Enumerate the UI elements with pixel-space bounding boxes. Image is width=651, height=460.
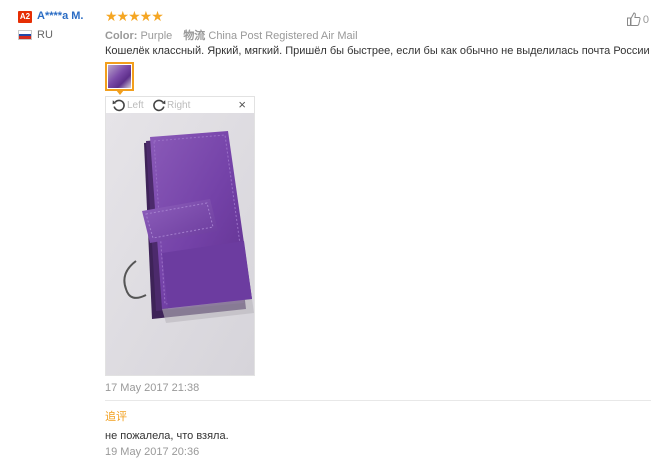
rotate-left-icon [112, 99, 125, 112]
russia-flag-icon [18, 30, 32, 40]
close-viewer-button[interactable]: × [238, 97, 246, 113]
rotate-right-button[interactable]: Right [152, 97, 190, 113]
photo-viewer: Left Right × [105, 96, 255, 376]
helpful-button[interactable]: 0 [627, 8, 649, 26]
buyer-level-badge: A2 [18, 11, 32, 23]
rotate-left-label: Left [127, 99, 144, 111]
additional-feedback-text: не пожалела, что взяла. [105, 430, 229, 442]
buyer-name: A****a M. [37, 10, 84, 22]
divider [105, 400, 651, 401]
review-photo [106, 113, 254, 375]
review-text: Кошелёк классный. Яркий, мягкий. Пришёл … [105, 45, 651, 57]
review-photo-thumbnail[interactable] [105, 62, 134, 91]
buyer-country: RU [37, 29, 53, 41]
rotate-left-button[interactable]: Left [112, 97, 144, 113]
rotate-right-icon [153, 99, 166, 112]
star-rating: ★★★★★ [105, 8, 164, 24]
additional-feedback-date: 19 May 2017 20:36 [105, 446, 200, 458]
color-value: Purple [140, 30, 173, 42]
additional-feedback-label: 追评 [105, 411, 127, 423]
review-date: 17 May 2017 21:38 [105, 382, 200, 394]
photo-viewer-toolbar: Left Right × [106, 97, 254, 113]
thumbnail-selected-arrow [116, 90, 124, 95]
helpful-count: 0 [642, 14, 649, 26]
rotate-right-label: Right [167, 99, 191, 111]
purple-wallet-image [106, 113, 254, 375]
shipping-value: China Post Registered Air Mail [208, 30, 358, 42]
thumbs-up-icon [627, 12, 641, 26]
order-info: Color: Purple 物流 China Post Registered A… [105, 27, 358, 43]
shipping-label: 物流 [183, 30, 206, 42]
color-label: Color: [105, 30, 138, 42]
